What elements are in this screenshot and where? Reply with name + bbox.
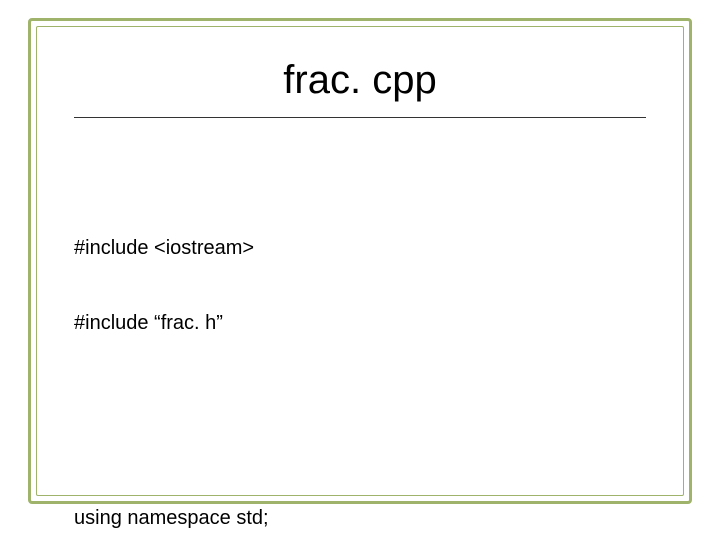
code-line-using-namespace: using namespace std; — [74, 506, 646, 531]
includes-block: #include <iostream> #include “frac. h” — [74, 186, 646, 386]
slide-title: frac. cpp — [74, 58, 646, 103]
code-line-include-frac-h: #include “frac. h” — [74, 311, 646, 336]
code-line-include-iostream: #include <iostream> — [74, 236, 646, 261]
using-block: using namespace std; — [74, 456, 646, 540]
slide: frac. cpp #include <iostream> #include “… — [0, 0, 720, 540]
code-block: #include <iostream> #include “frac. h” u… — [74, 136, 646, 540]
slide-content: frac. cpp #include <iostream> #include “… — [36, 26, 684, 496]
title-underline — [74, 117, 646, 118]
